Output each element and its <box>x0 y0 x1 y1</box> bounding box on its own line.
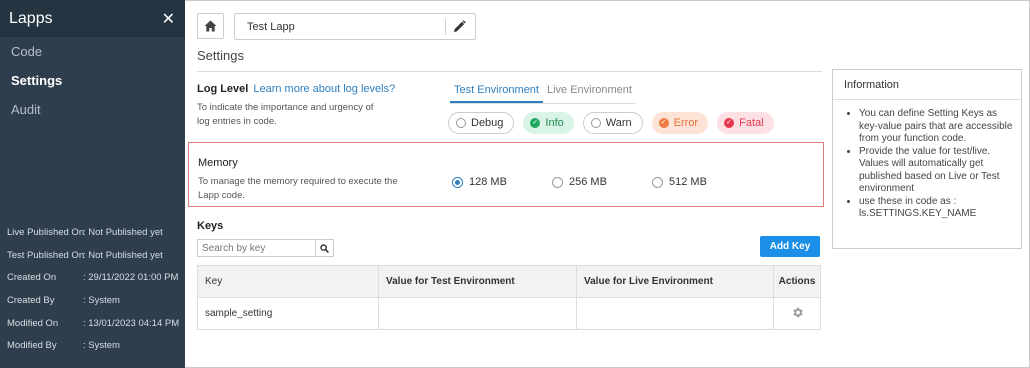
key-search <box>197 239 334 257</box>
sidebar-header: Lapps ✕ <box>0 0 185 37</box>
meta-value: : Not Published yet <box>83 226 163 238</box>
check-circle-icon: ✓ <box>530 118 541 128</box>
radio-icon <box>652 176 663 188</box>
radio-icon <box>552 176 563 188</box>
memory-description: To manage the memory required to execute… <box>198 176 398 201</box>
column-header-key: Key <box>197 265 379 298</box>
log-level-info[interactable]: ✓ Info <box>523 112 574 134</box>
meta-key: Created On <box>7 272 57 284</box>
radio-icon <box>456 118 466 128</box>
log-level-options: Debug ✓ Info Warn ✓ Error ✓ Fatal <box>448 112 783 134</box>
log-level-debug[interactable]: Debug <box>448 112 515 134</box>
divider <box>445 19 446 35</box>
meta-key: Live Published On <box>7 226 85 238</box>
memory-option-256[interactable]: 256 MB <box>552 176 607 188</box>
meta-row: Live Published On: Not Published yet <box>0 221 185 244</box>
test-value-cell <box>378 297 577 330</box>
table-row: sample_setting <box>197 297 821 330</box>
sidebar-item-audit[interactable]: Audit <box>0 95 185 124</box>
lapp-name-field: Test Lapp <box>234 13 476 40</box>
log-level-label: Debug <box>471 117 504 129</box>
log-level-fatal[interactable]: ✓ Fatal <box>717 112 774 134</box>
meta-key: Test Published On <box>7 249 85 261</box>
check-circle-icon: ✓ <box>724 118 735 128</box>
log-level-error[interactable]: ✓ Error <box>651 112 709 134</box>
column-header-live-value: Value for Live Environment <box>576 265 774 298</box>
page-title: Settings <box>197 48 244 63</box>
memory-section: Memory To manage the memory required to … <box>188 142 824 207</box>
sidebar-nav: Code Settings Audit <box>0 37 185 124</box>
table-header-row: Key Value for Test Environment Value for… <box>197 265 821 298</box>
meta-row: Test Published On: Not Published yet <box>0 244 185 267</box>
list-item: use these in code as : ls.SETTINGS.KEY_N… <box>859 196 1013 221</box>
keys-table: Key Value for Test Environment Value for… <box>197 265 821 330</box>
home-button[interactable] <box>197 13 224 39</box>
log-level-label: Warn <box>605 117 632 129</box>
add-key-button[interactable]: Add Key <box>760 236 820 257</box>
live-value-cell <box>576 297 774 330</box>
memory-option-128[interactable]: 128 MB <box>452 176 507 188</box>
meta-key: Modified On <box>7 317 59 329</box>
sidebar: Lapps ✕ Code Settings Audit Live Publish… <box>0 0 185 368</box>
memory-title: Memory <box>198 157 238 169</box>
information-title: Information <box>833 70 1021 100</box>
log-level-label: Fatal <box>739 117 764 129</box>
tab-test-environment[interactable]: Test Environment <box>450 82 543 103</box>
lapp-metadata: Live Published On: Not Published yet Tes… <box>0 221 185 357</box>
radio-icon <box>590 118 601 128</box>
meta-key: Created By <box>7 294 55 306</box>
sidebar-item-settings[interactable]: Settings <box>0 66 185 95</box>
sidebar-title: Lapps <box>9 9 53 27</box>
lapp-name: Test Lapp <box>247 21 295 33</box>
keys-title: Keys <box>197 220 224 232</box>
list-item: Provide the value for test/live. Values … <box>859 146 1013 196</box>
meta-value: : 29/11/2022 01:00 PM <box>83 272 179 284</box>
list-item: You can define Setting Keys as key-value… <box>859 108 1013 146</box>
meta-value: : 13/01/2023 04:14 PM <box>83 317 180 329</box>
log-level-description: To indicate the importance and urgency o… <box>197 102 374 127</box>
column-header-actions: Actions <box>773 265 821 298</box>
memory-option-512[interactable]: 512 MB <box>652 176 707 188</box>
log-level-section: Log Level Learn more about log levels? To… <box>197 83 395 128</box>
check-circle-icon: ✓ <box>658 118 669 128</box>
meta-value: : System <box>83 340 120 352</box>
meta-row: Modified On : 13/01/2023 04:14 PM <box>0 312 185 335</box>
meta-value: : Not Published yet <box>83 249 163 261</box>
column-header-test-value: Value for Test Environment <box>378 265 577 298</box>
information-panel: Information You can define Setting Keys … <box>832 69 1022 249</box>
search-input[interactable] <box>198 240 315 256</box>
key-cell: sample_setting <box>197 297 379 330</box>
log-level-label: Error <box>673 117 699 129</box>
environment-tabs: Test Environment Live Environment <box>450 82 636 104</box>
meta-value: : System <box>83 294 120 306</box>
information-list: You can define Setting Keys as key-value… <box>833 100 1021 221</box>
actions-cell <box>774 298 821 330</box>
close-icon[interactable]: ✕ <box>162 9 175 29</box>
meta-row: Created By : System <box>0 289 185 312</box>
pencil-icon[interactable] <box>453 20 466 36</box>
log-level-help-link[interactable]: Learn more about log levels? <box>253 83 395 95</box>
memory-option-label: 128 MB <box>469 176 507 188</box>
meta-key: Modified By <box>7 340 57 352</box>
search-button[interactable] <box>315 240 333 256</box>
log-level-label: Info <box>545 117 564 129</box>
sidebar-item-code[interactable]: Code <box>0 37 185 66</box>
home-icon <box>204 20 217 32</box>
memory-option-label: 256 MB <box>569 176 607 188</box>
log-level-warn[interactable]: Warn <box>582 112 643 134</box>
meta-row: Modified By : System <box>0 334 185 357</box>
search-icon <box>320 243 329 253</box>
log-level-title: Log Level <box>197 83 249 95</box>
tab-live-environment[interactable]: Live Environment <box>543 82 636 103</box>
meta-row: Created On : 29/11/2022 01:00 PM <box>0 266 185 289</box>
divider <box>197 71 822 72</box>
memory-option-label: 512 MB <box>669 176 707 188</box>
gear-icon[interactable] <box>791 306 804 319</box>
radio-selected-icon <box>452 176 463 188</box>
